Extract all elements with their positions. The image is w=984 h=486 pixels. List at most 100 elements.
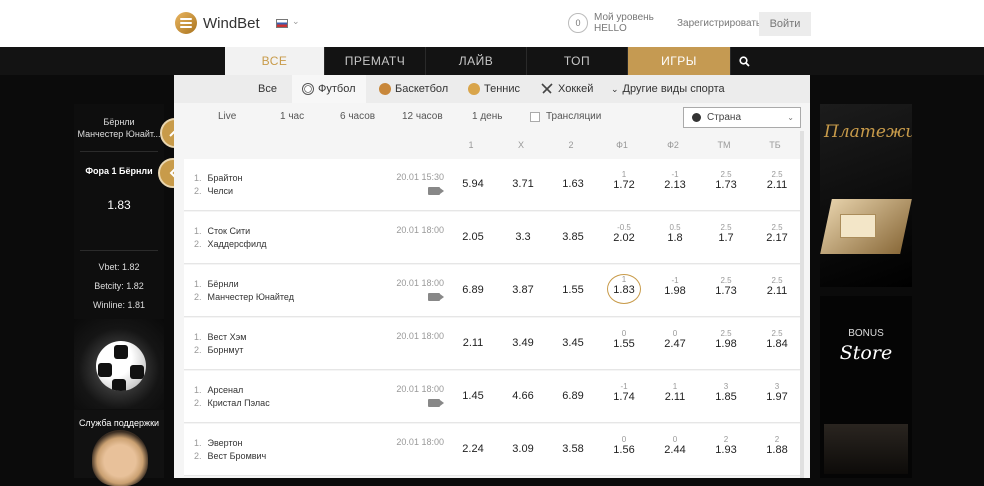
- sport-tab-football[interactable]: Футбол: [292, 75, 366, 103]
- support-banner[interactable]: Служба поддержки: [74, 410, 164, 486]
- video-icon[interactable]: [428, 399, 444, 407]
- sport-tab-all[interactable]: Все: [258, 75, 277, 103]
- match-time: 18:00: [421, 225, 444, 235]
- filter-12-hours[interactable]: 12 часов: [402, 111, 443, 122]
- odds-value: 2.13: [664, 179, 686, 191]
- odds-cell[interactable]: 2.5 1.84: [755, 329, 799, 350]
- odds-cell[interactable]: 0 1.56: [602, 435, 646, 456]
- match-datetime: 20.01 18:00: [394, 331, 444, 341]
- odds-cell[interactable]: 2.5 2.17: [755, 223, 799, 244]
- odds-cell[interactable]: -0.5 2.02: [602, 223, 646, 244]
- odds-cell[interactable]: 1.55: [551, 284, 595, 296]
- scrollbar[interactable]: [800, 131, 804, 478]
- match-row[interactable]: 1. Эвертон 2. Вест Бромвич 20.01 18:00 2.24 3.…: [184, 424, 800, 476]
- search-button[interactable]: [731, 47, 757, 75]
- sport-tab-other[interactable]: ⌄ Другие виды спорта: [611, 75, 725, 103]
- comparison-vbet: Vbet: 1.82: [98, 262, 140, 272]
- language-flag-icon[interactable]: [276, 19, 288, 28]
- odds-cell[interactable]: -1 1.74: [602, 382, 646, 403]
- register-link[interactable]: Зарегистрироваться: [677, 18, 772, 29]
- odds-cell[interactable]: 5.94: [451, 178, 495, 190]
- country-select[interactable]: Страна ⌄: [683, 107, 801, 128]
- match-teams[interactable]: 1. Арсенал 2. Кристал Пэлас: [194, 384, 270, 410]
- odds-cell[interactable]: 3 1.85: [704, 382, 748, 403]
- odds-cell[interactable]: 2 1.93: [704, 435, 748, 456]
- odds-cell[interactable]: 1.45: [451, 390, 495, 402]
- hockey-sticks-icon: [541, 83, 553, 94]
- odds-cell[interactable]: 6.89: [551, 390, 595, 402]
- column-header: 2: [568, 140, 574, 150]
- odds-cell[interactable]: 2.11: [451, 337, 495, 349]
- odds-cell[interactable]: 3.58: [551, 443, 595, 455]
- user-level[interactable]: 0 Мой уровень HELLO: [568, 12, 654, 34]
- odds-cell[interactable]: 3.87: [501, 284, 545, 296]
- match-teams[interactable]: 1. Сток Сити 2. Хаддерсфилд: [194, 225, 266, 251]
- odds-cell[interactable]: 3 1.97: [755, 382, 799, 403]
- divider: [80, 151, 158, 152]
- bonus-store-banner[interactable]: BONUS Store: [820, 296, 912, 478]
- odds-cell[interactable]: 2.5 1.98: [704, 329, 748, 350]
- odds-cell[interactable]: 0 2.47: [653, 329, 697, 350]
- odds-cell[interactable]: 3.3: [501, 231, 545, 243]
- tab-live[interactable]: ЛАЙВ: [426, 47, 527, 75]
- odds-cell[interactable]: 0 1.55: [602, 329, 646, 350]
- tab-top[interactable]: ТОП: [527, 47, 628, 75]
- search-icon: [738, 55, 750, 67]
- odds-cell[interactable]: 0 2.44: [653, 435, 697, 456]
- match-row[interactable]: 1. Сток Сити 2. Хаддерсфилд 20.01 18:00 2.05 3…: [184, 212, 800, 264]
- odds-cell[interactable]: 2.05: [451, 231, 495, 243]
- tab-all[interactable]: ВСЕ: [225, 47, 325, 75]
- odds-cell[interactable]: 2.5 1.73: [704, 170, 748, 191]
- match-teams[interactable]: 1. Бёрнли 2. Манчестер Юнайтед: [194, 278, 294, 304]
- odds-cell[interactable]: 3.45: [551, 337, 595, 349]
- broadcasts-label[interactable]: Трансляции: [546, 111, 601, 122]
- odds-cell[interactable]: 1 1.83: [607, 274, 641, 304]
- odds-cell[interactable]: 6.89: [451, 284, 495, 296]
- odds-cell[interactable]: 3.09: [501, 443, 545, 455]
- filter-6-hours[interactable]: 6 часов: [340, 111, 375, 122]
- sport-tab-tennis[interactable]: Теннис: [468, 75, 520, 103]
- football-banner[interactable]: [74, 319, 164, 409]
- odds-cell[interactable]: 3.85: [551, 231, 595, 243]
- odds-value: 1.88: [766, 444, 788, 456]
- odds-cell[interactable]: -1 1.98: [653, 276, 697, 297]
- match-row[interactable]: 1. Арсенал 2. Кристал Пэлас 20.01 18:00 1.45 4…: [184, 371, 800, 423]
- login-button[interactable]: Войти: [759, 12, 811, 36]
- odds-cell[interactable]: 2.5 2.11: [755, 276, 799, 297]
- odds-cell[interactable]: 2.5 2.11: [755, 170, 799, 191]
- tab-games[interactable]: ИГРЫ: [628, 47, 731, 75]
- odds-cell[interactable]: 1 1.72: [602, 170, 646, 191]
- match-teams[interactable]: 1. Вест Хэм 2. Борнмут: [194, 331, 246, 357]
- odds-cell[interactable]: 2.24: [451, 443, 495, 455]
- match-teams[interactable]: 1. Эвертон 2. Вест Бромвич: [194, 437, 266, 463]
- filter-1-day[interactable]: 1 день: [472, 111, 502, 122]
- odds-value: 3.71: [512, 178, 534, 190]
- odds-cell[interactable]: 3.49: [501, 337, 545, 349]
- odds-cell[interactable]: 4.66: [501, 390, 545, 402]
- match-row[interactable]: 1. Брайтон 2. Челси 20.01 15:30 5.94 3.71 1.63 1…: [184, 159, 800, 211]
- odds-cell[interactable]: 2.5 1.7: [704, 223, 748, 244]
- odds-cell[interactable]: 1.63: [551, 178, 595, 190]
- handicap-value: -1: [671, 276, 679, 285]
- logo[interactable]: WindBet: [175, 12, 260, 34]
- odds-cell[interactable]: 0.5 1.8: [653, 223, 697, 244]
- odds-cell[interactable]: -1 2.13: [653, 170, 697, 191]
- sport-tab-hockey[interactable]: Хоккей: [540, 75, 593, 103]
- odds-cell[interactable]: 2 1.88: [755, 435, 799, 456]
- filter-live[interactable]: Live: [218, 111, 236, 122]
- video-icon[interactable]: [428, 187, 444, 195]
- filter-1-hour[interactable]: 1 час: [280, 111, 304, 122]
- chevron-down-icon[interactable]: ⌄: [292, 16, 300, 27]
- match-date: 20.01: [396, 278, 419, 288]
- payments-banner[interactable]: Платежи: [820, 104, 912, 287]
- sport-tab-basketball[interactable]: Баскетбол: [379, 75, 448, 103]
- match-row[interactable]: 1. Вест Хэм 2. Борнмут 20.01 18:00 2.11 3.49 3.…: [184, 318, 800, 370]
- match-teams[interactable]: 1. Брайтон 2. Челси: [194, 172, 242, 198]
- video-icon[interactable]: [428, 293, 444, 301]
- odds-cell[interactable]: 3.71: [501, 178, 545, 190]
- odds-cell[interactable]: 2.5 1.73: [704, 276, 748, 297]
- tab-prematch[interactable]: ПРЕМАТЧ: [325, 47, 426, 75]
- broadcasts-checkbox[interactable]: [530, 112, 540, 122]
- odds-cell[interactable]: 1 2.11: [653, 382, 697, 403]
- match-row[interactable]: 1. Бёрнли 2. Манчестер Юнайтед 20.01 18:00 6.…: [184, 265, 800, 317]
